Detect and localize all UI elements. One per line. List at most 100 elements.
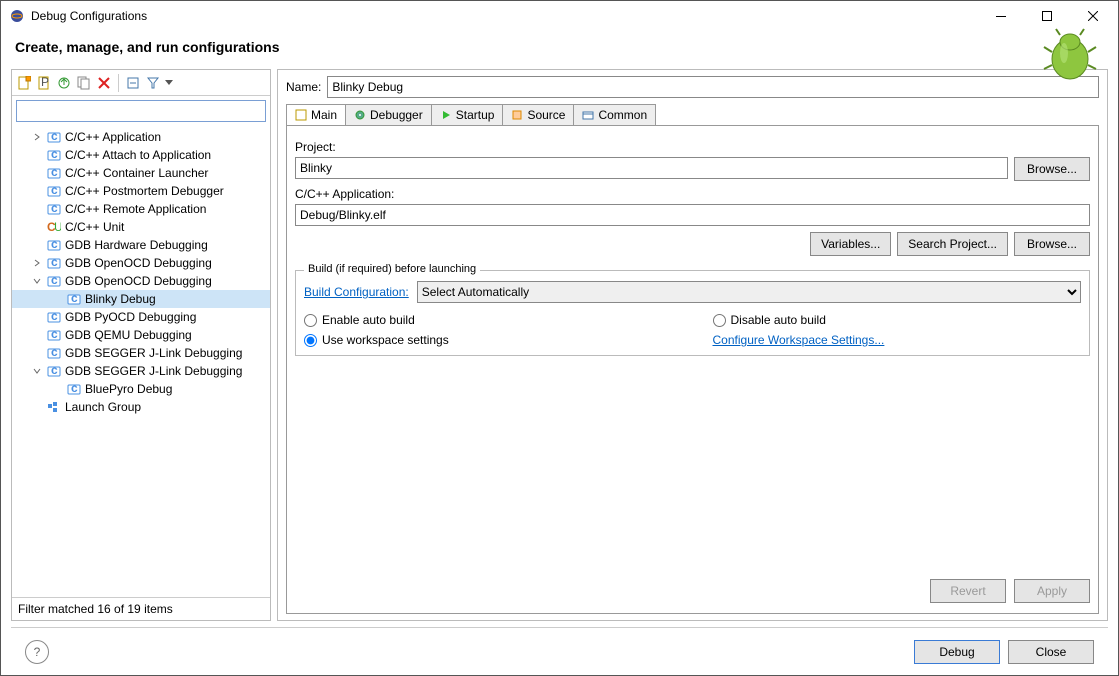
svg-text:c: c (51, 202, 58, 215)
tree-item[interactable]: c GDB OpenOCD Debugging (12, 254, 270, 272)
filter-status: Filter matched 16 of 19 items (12, 597, 270, 620)
tree-item-label: C/C++ Application (65, 130, 161, 144)
tree-item[interactable]: c C/C++ Postmortem Debugger (12, 182, 270, 200)
tab-icon (511, 109, 523, 121)
tree-arrow-icon[interactable] (32, 132, 46, 142)
tab-debugger[interactable]: Debugger (345, 104, 432, 125)
tab-icon (440, 109, 452, 121)
debug-bug-icon (1040, 27, 1100, 87)
use-workspace-radio[interactable]: Use workspace settings (304, 333, 673, 347)
config-type-icon: c (46, 202, 62, 216)
config-type-icon: c (46, 184, 62, 198)
svg-text:c: c (51, 346, 58, 359)
config-type-icon: c (66, 382, 82, 396)
tree-item[interactable]: c C/C++ Container Launcher (12, 164, 270, 182)
project-input[interactable] (295, 157, 1008, 179)
tab-source[interactable]: Source (502, 104, 574, 125)
config-type-icon: c (46, 346, 62, 360)
svg-text:c: c (71, 292, 78, 305)
help-icon[interactable]: ? (25, 640, 49, 664)
svg-text:c: c (51, 256, 58, 269)
tree-item[interactable]: c GDB SEGGER J-Link Debugging (12, 344, 270, 362)
variables-button[interactable]: Variables... (810, 232, 891, 256)
svg-text:c: c (51, 166, 58, 179)
svg-text:c: c (51, 148, 58, 161)
duplicate-icon[interactable] (76, 75, 92, 91)
search-project-button[interactable]: Search Project... (897, 232, 1008, 256)
configure-workspace-link[interactable]: Configure Workspace Settings... (713, 333, 1082, 347)
tree-item-label: C/C++ Unit (65, 220, 124, 234)
tree-item-label: C/C++ Container Launcher (65, 166, 208, 180)
revert-button[interactable]: Revert (930, 579, 1006, 603)
tree-item[interactable]: Launch Group (12, 398, 270, 416)
tree-item[interactable]: cGDB SEGGER J-Link Debugging (12, 362, 270, 380)
tree-item-label: C/C++ Postmortem Debugger (65, 184, 224, 198)
debug-button[interactable]: Debug (914, 640, 1000, 664)
apply-button[interactable]: Apply (1014, 579, 1090, 603)
filter-input[interactable] (16, 100, 266, 122)
tree-item-label: GDB OpenOCD Debugging (65, 256, 212, 270)
disable-auto-radio[interactable]: Disable auto build (713, 313, 1082, 327)
tree-item[interactable]: CUC/C++ Unit (12, 218, 270, 236)
tree-item[interactable]: cGDB PyOCD Debugging (12, 308, 270, 326)
svg-text:c: c (51, 238, 58, 251)
tree-item-label: GDB PyOCD Debugging (65, 310, 196, 324)
tree-item-label: C/C++ Remote Application (65, 202, 206, 216)
build-legend: Build (if required) before launching (304, 263, 480, 275)
close-footer-button[interactable]: Close (1008, 640, 1094, 664)
config-type-icon: c (46, 256, 62, 270)
separator (118, 74, 119, 92)
tab-main[interactable]: Main (286, 104, 346, 125)
config-type-icon: c (46, 166, 62, 180)
tree-item[interactable]: cC/C++ Attach to Application (12, 146, 270, 164)
config-type-icon: c (46, 274, 62, 288)
config-tree[interactable]: cC/C++ ApplicationcC/C++ Attach to Appli… (12, 126, 270, 597)
new-prototype-icon[interactable]: P (36, 75, 52, 91)
svg-text:c: c (51, 364, 58, 377)
tree-item[interactable]: cGDB QEMU Debugging (12, 326, 270, 344)
enable-auto-radio[interactable]: Enable auto build (304, 313, 673, 327)
config-type-icon: c (46, 364, 62, 378)
tab-label: Main (311, 108, 337, 122)
tree-item[interactable]: cC/C++ Application (12, 128, 270, 146)
tree-item[interactable]: c Blinky Debug (12, 290, 270, 308)
tree-arrow-icon[interactable] (32, 276, 46, 286)
browse-project-button[interactable]: Browse... (1014, 157, 1090, 181)
build-config-select[interactable]: Select Automatically (417, 281, 1081, 303)
tree-item-label: Launch Group (65, 400, 141, 414)
config-type-icon: c (46, 238, 62, 252)
collapse-all-icon[interactable] (125, 75, 141, 91)
browse-app-button[interactable]: Browse... (1014, 232, 1090, 256)
filter-icon[interactable] (145, 75, 161, 91)
export-icon[interactable] (56, 75, 72, 91)
filter-dropdown-icon[interactable] (165, 80, 173, 86)
tab-strip: Main Debugger StartupSourceCommon (286, 104, 1099, 126)
svg-text:P: P (41, 76, 49, 89)
eclipse-icon (9, 8, 25, 24)
app-input[interactable] (295, 204, 1090, 226)
delete-icon[interactable] (96, 75, 112, 91)
left-toolbar: P (12, 70, 270, 96)
tree-item[interactable]: cGDB OpenOCD Debugging (12, 272, 270, 290)
minimize-button[interactable] (978, 1, 1024, 31)
tree-item-label: Blinky Debug (85, 292, 156, 306)
tree-arrow-icon[interactable] (32, 366, 46, 376)
name-input[interactable] (327, 76, 1099, 98)
tree-item-label: GDB QEMU Debugging (65, 328, 192, 342)
tab-common[interactable]: Common (573, 104, 656, 125)
tab-icon (354, 109, 366, 121)
tree-item[interactable]: cGDB Hardware Debugging (12, 236, 270, 254)
tab-label: Debugger (370, 108, 423, 122)
tab-startup[interactable]: Startup (431, 104, 504, 125)
tree-item[interactable]: cBluePyro Debug (12, 380, 270, 398)
svg-text:c: c (71, 382, 78, 395)
build-config-link[interactable]: Build Configuration: (304, 285, 409, 299)
config-type-icon: c (46, 148, 62, 162)
tree-item-label: GDB SEGGER J-Link Debugging (65, 346, 242, 360)
svg-text:c: c (51, 184, 58, 197)
tree-arrow-icon[interactable] (32, 258, 46, 268)
tree-item[interactable]: c C/C++ Remote Application (12, 200, 270, 218)
config-type-icon: c (46, 130, 62, 144)
page-title: Create, manage, and run configurations (15, 39, 280, 55)
new-config-icon[interactable] (16, 75, 32, 91)
